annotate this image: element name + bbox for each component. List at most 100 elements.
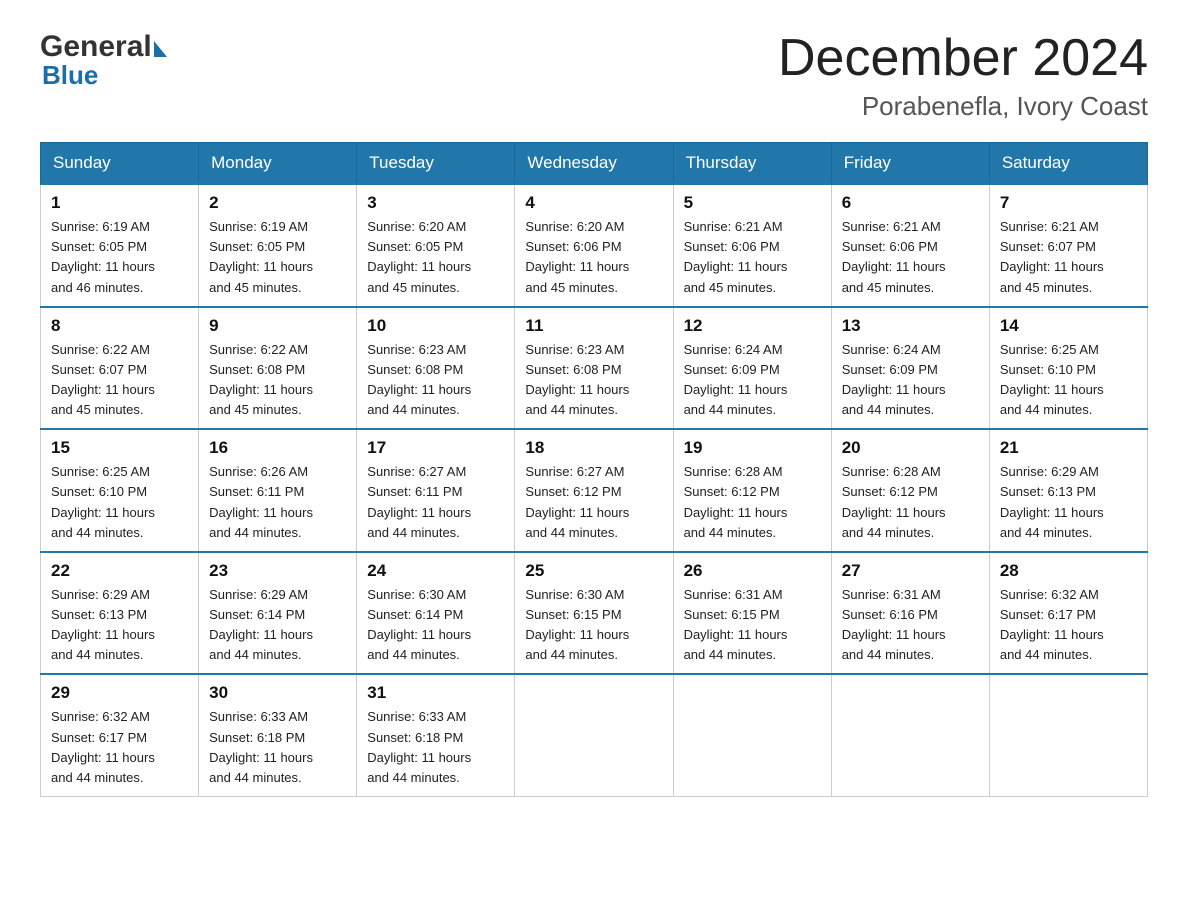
day-number: 14 <box>1000 316 1137 336</box>
calendar-cell <box>673 674 831 796</box>
day-info: Sunrise: 6:27 AMSunset: 6:11 PMDaylight:… <box>367 462 504 543</box>
calendar-cell: 17 Sunrise: 6:27 AMSunset: 6:11 PMDayligh… <box>357 429 515 552</box>
day-number: 9 <box>209 316 346 336</box>
calendar-cell: 15Sunrise: 6:25 AMSunset: 6:10 PMDayligh… <box>41 429 199 552</box>
day-number: 29 <box>51 683 188 703</box>
calendar-cell: 29 Sunrise: 6:32 AMSunset: 6:17 PMDayligh… <box>41 674 199 796</box>
day-number: 20 <box>842 438 979 458</box>
calendar-cell: 4Sunrise: 6:20 AMSunset: 6:06 PMDaylight… <box>515 184 673 307</box>
weekday-header-saturday: Saturday <box>989 143 1147 185</box>
page-title: December 2024 <box>778 30 1148 87</box>
day-number: 11 <box>525 316 662 336</box>
day-info: Sunrise: 6:29 AMSunset: 6:13 PMDaylight:… <box>1000 462 1137 543</box>
day-number: 4 <box>525 193 662 213</box>
day-info: Sunrise: 6:26 AMSunset: 6:11 PMDaylight:… <box>209 462 346 543</box>
title-block: December 2024 Porabenefla, Ivory Coast <box>778 30 1148 122</box>
day-info: Sunrise: 6:21 AMSunset: 6:07 PMDaylight:… <box>1000 217 1137 298</box>
day-info: Sunrise: 6:21 AMSunset: 6:06 PMDaylight:… <box>684 217 821 298</box>
calendar-cell: 10 Sunrise: 6:23 AMSunset: 6:08 PMDayligh… <box>357 307 515 430</box>
weekday-header-friday: Friday <box>831 143 989 185</box>
day-info: Sunrise: 6:31 AMSunset: 6:15 PMDaylight:… <box>684 585 821 666</box>
calendar-week-row: 1 Sunrise: 6:19 AMSunset: 6:05 PMDaylight… <box>41 184 1148 307</box>
day-number: 30 <box>209 683 346 703</box>
day-number: 25 <box>525 561 662 581</box>
calendar-cell <box>989 674 1147 796</box>
calendar-table: SundayMondayTuesdayWednesdayThursdayFrid… <box>40 142 1148 797</box>
day-info: Sunrise: 6:32 AMSunset: 6:17 PMDaylight:… <box>51 707 188 788</box>
day-number: 2 <box>209 193 346 213</box>
day-number: 3 <box>367 193 504 213</box>
day-number: 31 <box>367 683 504 703</box>
day-info: Sunrise: 6:28 AMSunset: 6:12 PMDaylight:… <box>684 462 821 543</box>
day-number: 6 <box>842 193 979 213</box>
day-number: 17 <box>367 438 504 458</box>
day-info: Sunrise: 6:25 AMSunset: 6:10 PMDaylight:… <box>1000 340 1137 421</box>
day-info: Sunrise: 6:21 AMSunset: 6:06 PMDaylight:… <box>842 217 979 298</box>
day-info: Sunrise: 6:19 AMSunset: 6:05 PMDaylight:… <box>51 217 188 298</box>
day-info: Sunrise: 6:23 AMSunset: 6:08 PMDaylight:… <box>367 340 504 421</box>
day-info: Sunrise: 6:27 AMSunset: 6:12 PMDaylight:… <box>525 462 662 543</box>
day-number: 23 <box>209 561 346 581</box>
day-number: 13 <box>842 316 979 336</box>
day-info: Sunrise: 6:29 AMSunset: 6:13 PMDaylight:… <box>51 585 188 666</box>
calendar-cell: 22 Sunrise: 6:29 AMSunset: 6:13 PMDayligh… <box>41 552 199 675</box>
day-number: 8 <box>51 316 188 336</box>
calendar-cell: 31 Sunrise: 6:33 AMSunset: 6:18 PMDayligh… <box>357 674 515 796</box>
day-info: Sunrise: 6:19 AMSunset: 6:05 PMDaylight:… <box>209 217 346 298</box>
calendar-cell: 7 Sunrise: 6:21 AMSunset: 6:07 PMDaylight… <box>989 184 1147 307</box>
day-number: 28 <box>1000 561 1137 581</box>
calendar-cell: 6 Sunrise: 6:21 AMSunset: 6:06 PMDaylight… <box>831 184 989 307</box>
calendar-cell: 27 Sunrise: 6:31 AMSunset: 6:16 PMDayligh… <box>831 552 989 675</box>
page-header: General Blue December 2024 Porabenefla, … <box>40 30 1148 122</box>
day-number: 15 <box>51 438 188 458</box>
calendar-cell: 21 Sunrise: 6:29 AMSunset: 6:13 PMDayligh… <box>989 429 1147 552</box>
logo-blue-text: Blue <box>40 60 98 91</box>
day-number: 7 <box>1000 193 1137 213</box>
day-info: Sunrise: 6:20 AMSunset: 6:05 PMDaylight:… <box>367 217 504 298</box>
weekday-header-tuesday: Tuesday <box>357 143 515 185</box>
calendar-cell: 3 Sunrise: 6:20 AMSunset: 6:05 PMDaylight… <box>357 184 515 307</box>
calendar-cell: 2 Sunrise: 6:19 AMSunset: 6:05 PMDaylight… <box>199 184 357 307</box>
calendar-cell: 12 Sunrise: 6:24 AMSunset: 6:09 PMDayligh… <box>673 307 831 430</box>
day-info: Sunrise: 6:31 AMSunset: 6:16 PMDaylight:… <box>842 585 979 666</box>
calendar-week-row: 22 Sunrise: 6:29 AMSunset: 6:13 PMDayligh… <box>41 552 1148 675</box>
day-info: Sunrise: 6:28 AMSunset: 6:12 PMDaylight:… <box>842 462 979 543</box>
day-info: Sunrise: 6:33 AMSunset: 6:18 PMDaylight:… <box>209 707 346 788</box>
day-number: 10 <box>367 316 504 336</box>
day-info: Sunrise: 6:33 AMSunset: 6:18 PMDaylight:… <box>367 707 504 788</box>
calendar-cell: 25 Sunrise: 6:30 AMSunset: 6:15 PMDayligh… <box>515 552 673 675</box>
day-number: 12 <box>684 316 821 336</box>
day-number: 26 <box>684 561 821 581</box>
calendar-cell: 11 Sunrise: 6:23 AMSunset: 6:08 PMDayligh… <box>515 307 673 430</box>
calendar-cell: 5Sunrise: 6:21 AMSunset: 6:06 PMDaylight… <box>673 184 831 307</box>
page-subtitle: Porabenefla, Ivory Coast <box>778 91 1148 122</box>
day-number: 1 <box>51 193 188 213</box>
logo: General Blue <box>40 30 167 91</box>
weekday-header-thursday: Thursday <box>673 143 831 185</box>
day-number: 27 <box>842 561 979 581</box>
calendar-week-row: 15Sunrise: 6:25 AMSunset: 6:10 PMDayligh… <box>41 429 1148 552</box>
calendar-cell <box>515 674 673 796</box>
calendar-cell: 30 Sunrise: 6:33 AMSunset: 6:18 PMDayligh… <box>199 674 357 796</box>
day-info: Sunrise: 6:30 AMSunset: 6:15 PMDaylight:… <box>525 585 662 666</box>
day-number: 22 <box>51 561 188 581</box>
day-number: 21 <box>1000 438 1137 458</box>
day-info: Sunrise: 6:32 AMSunset: 6:17 PMDaylight:… <box>1000 585 1137 666</box>
day-info: Sunrise: 6:24 AMSunset: 6:09 PMDaylight:… <box>684 340 821 421</box>
calendar-cell: 8 Sunrise: 6:22 AMSunset: 6:07 PMDaylight… <box>41 307 199 430</box>
calendar-cell: 28 Sunrise: 6:32 AMSunset: 6:17 PMDayligh… <box>989 552 1147 675</box>
day-number: 18 <box>525 438 662 458</box>
logo-arrow-icon <box>154 41 167 57</box>
calendar-cell: 19Sunrise: 6:28 AMSunset: 6:12 PMDayligh… <box>673 429 831 552</box>
calendar-cell: 16 Sunrise: 6:26 AMSunset: 6:11 PMDayligh… <box>199 429 357 552</box>
day-info: Sunrise: 6:29 AMSunset: 6:14 PMDaylight:… <box>209 585 346 666</box>
day-number: 24 <box>367 561 504 581</box>
weekday-header-row: SundayMondayTuesdayWednesdayThursdayFrid… <box>41 143 1148 185</box>
day-info: Sunrise: 6:22 AMSunset: 6:07 PMDaylight:… <box>51 340 188 421</box>
day-number: 16 <box>209 438 346 458</box>
calendar-cell: 26 Sunrise: 6:31 AMSunset: 6:15 PMDayligh… <box>673 552 831 675</box>
calendar-cell: 14 Sunrise: 6:25 AMSunset: 6:10 PMDayligh… <box>989 307 1147 430</box>
calendar-cell: 18 Sunrise: 6:27 AMSunset: 6:12 PMDayligh… <box>515 429 673 552</box>
logo-general-text: General <box>40 30 152 64</box>
day-info: Sunrise: 6:23 AMSunset: 6:08 PMDaylight:… <box>525 340 662 421</box>
